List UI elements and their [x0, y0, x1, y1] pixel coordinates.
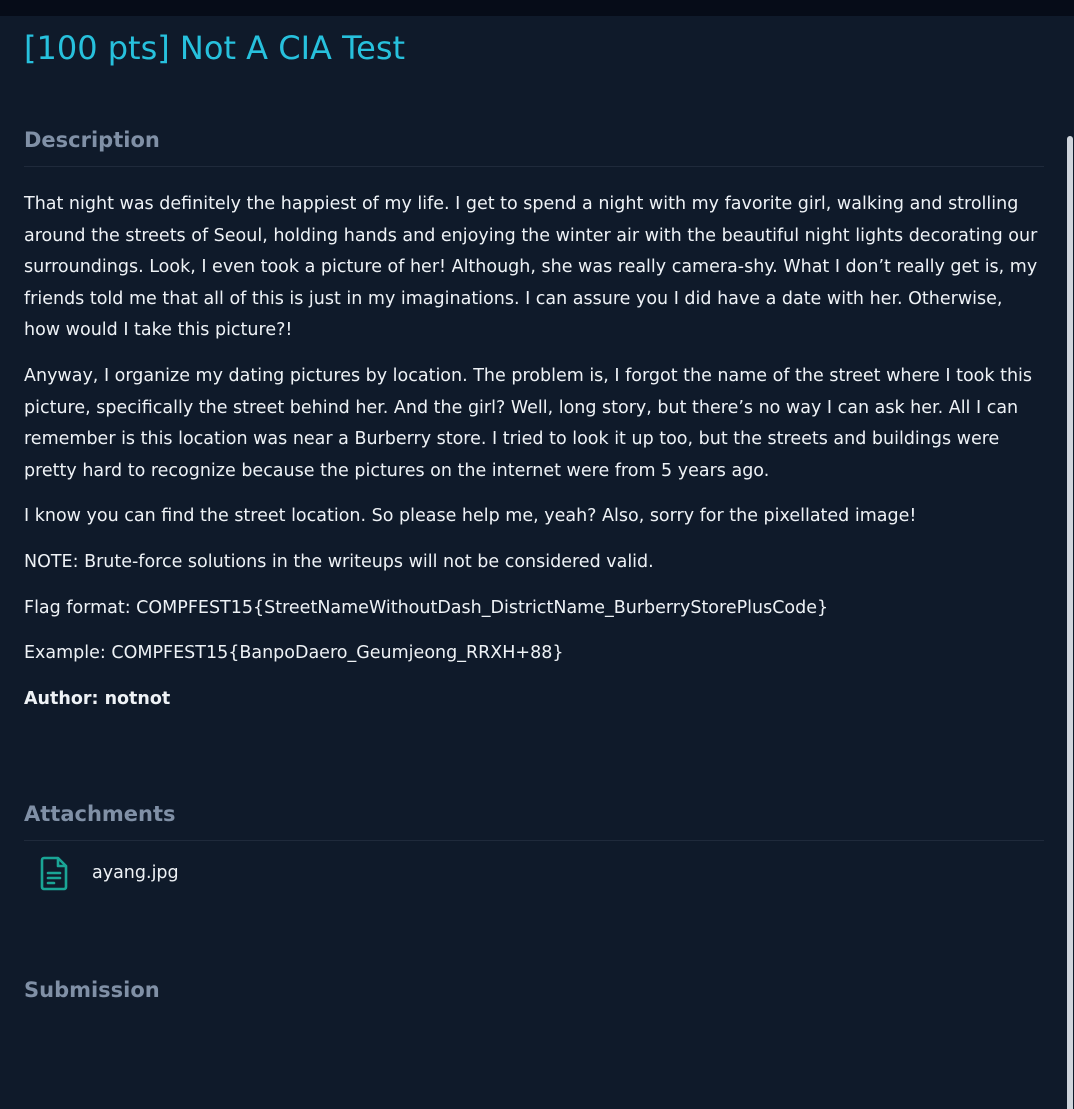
- description-paragraph: Anyway, I organize my dating pictures by…: [24, 365, 1033, 481]
- flag-example-text: Example: COMPFEST15{BanpoDaero_Geumjeong…: [24, 643, 564, 664]
- description-heading: Description: [24, 126, 1044, 167]
- scrollbar-thumb[interactable]: [1067, 136, 1073, 1109]
- attachment-link[interactable]: ayang.jpg: [92, 863, 179, 883]
- attachments-heading: Attachments: [24, 800, 1044, 842]
- description-body: That night was definitely the happiest o…: [24, 189, 1044, 715]
- author-text: Author: notnot: [24, 688, 171, 709]
- challenge-title: [100 pts] Not A CIA Test: [24, 29, 406, 67]
- note-text: NOTE: Brute-force solutions in the write…: [24, 551, 654, 572]
- attachment-item[interactable]: ayang.jpg: [40, 855, 1044, 891]
- submission-heading: Submission: [24, 978, 160, 1003]
- description-paragraph: I know you can find the street location.…: [24, 506, 917, 527]
- description-paragraph: That night was definitely the happiest o…: [24, 194, 1038, 341]
- flag-format-text: Flag format: COMPFEST15{StreetNameWithou…: [24, 597, 829, 618]
- top-bar: [0, 0, 1074, 16]
- file-icon: [40, 855, 70, 891]
- challenge-panel: [100 pts] Not A CIA Test Description Tha…: [24, 16, 1044, 1016]
